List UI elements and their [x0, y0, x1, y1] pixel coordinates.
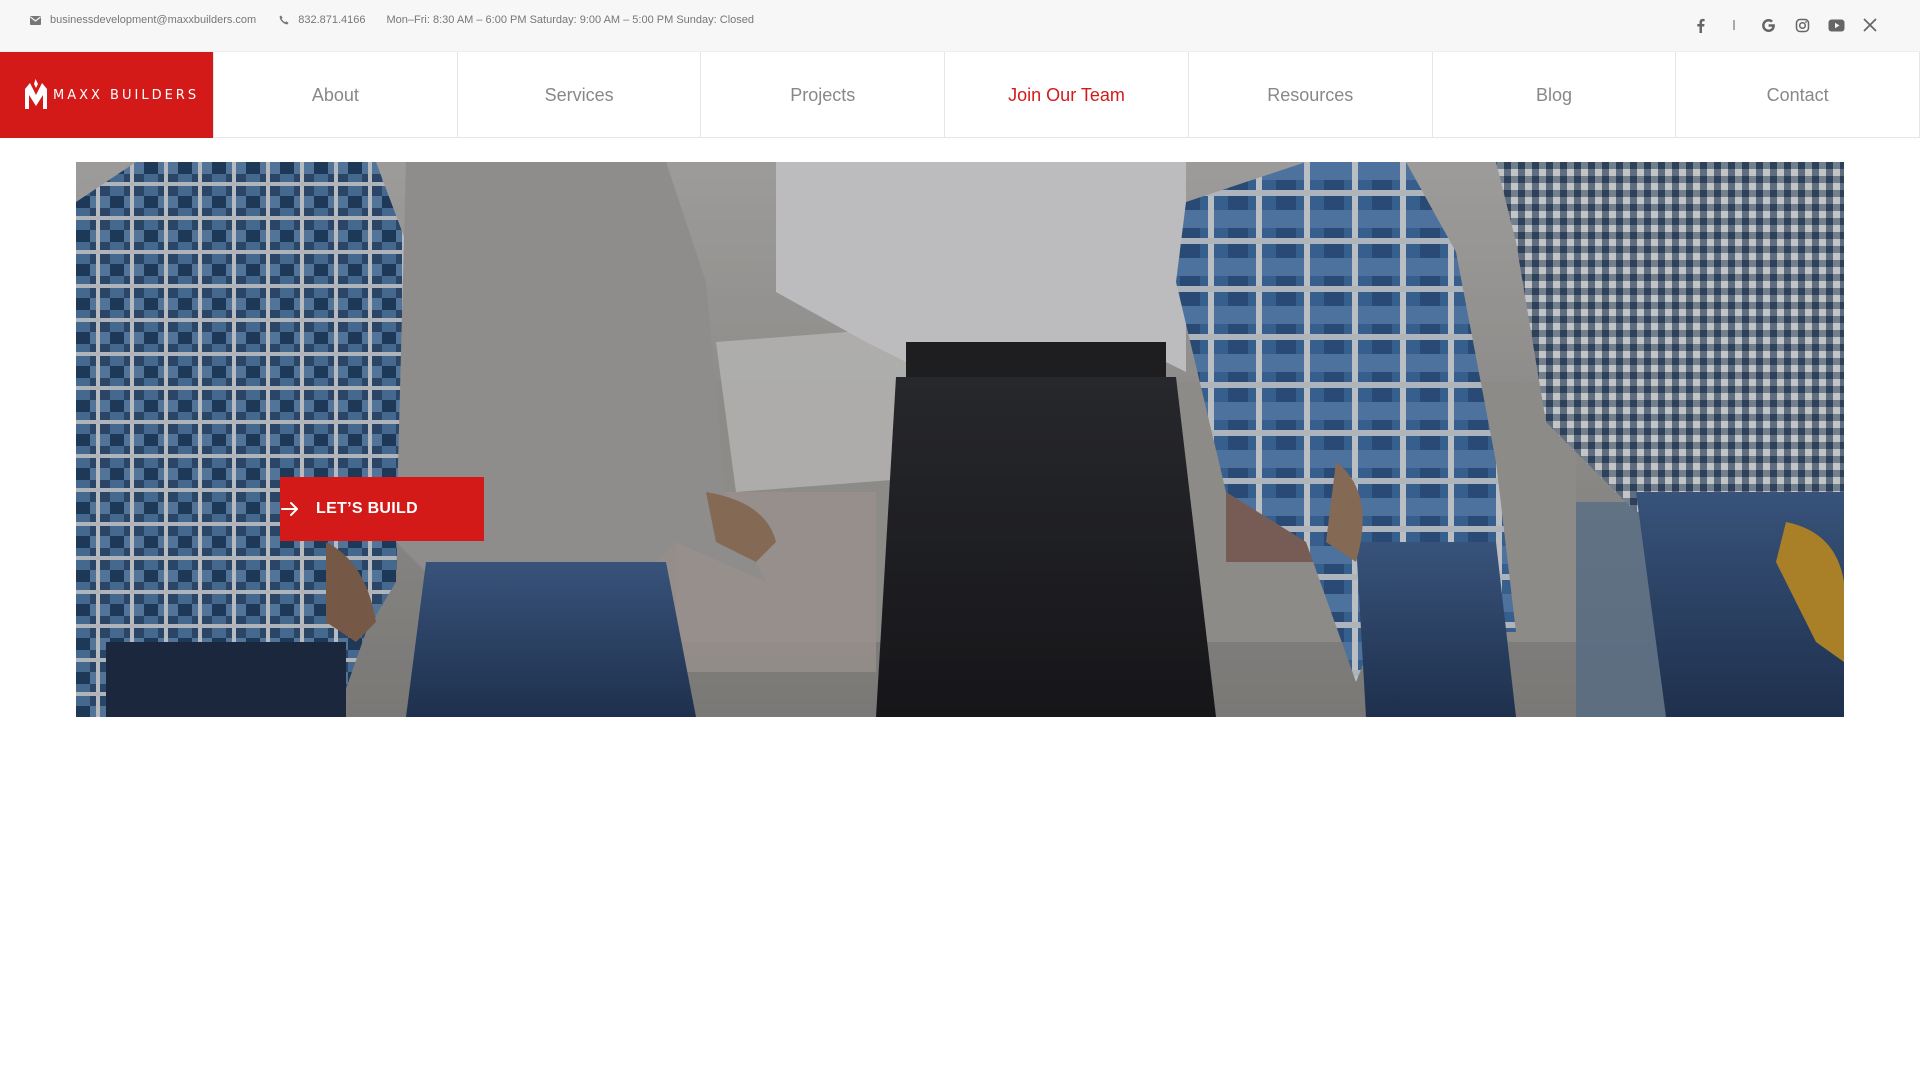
site-header: MAXX BUILDERS About Services Projects Jo…: [0, 52, 1920, 138]
contact-info: businessdevelopment@maxxbuilders.com 832…: [29, 0, 775, 40]
phone-text[interactable]: 832.871.4166: [298, 14, 365, 26]
logo-text: MAXX BUILDERS: [53, 87, 200, 103]
logo-mark-icon: [25, 79, 47, 109]
hero-photo-illustration: [76, 162, 1844, 717]
nav-item-contact[interactable]: Contact: [1675, 52, 1920, 138]
lets-build-label: LET’S BUILD: [316, 500, 418, 517]
email-contact[interactable]: businessdevelopment@maxxbuilders.com: [29, 14, 256, 26]
arrow-right-icon: [281, 502, 298, 516]
x-icon[interactable]: [1860, 15, 1880, 35]
top-info-bar: businessdevelopment@maxxbuilders.com 832…: [0, 0, 1920, 52]
main-nav: About Services Projects Join Our Team Re…: [213, 52, 1920, 138]
nav-item-services[interactable]: Services: [456, 52, 701, 138]
business-hours: Mon–Fri: 8:30 AM – 6:00 PM Saturday: 9:0…: [387, 14, 754, 26]
phone-contact[interactable]: 832.871.4166: [277, 14, 366, 26]
nav-item-resources[interactable]: Resources: [1187, 52, 1432, 138]
social-links: [1676, 0, 1880, 50]
nav-item-join-our-team[interactable]: Join Our Team: [944, 52, 1188, 138]
phone-icon: [277, 14, 290, 26]
envelope-icon: [29, 14, 42, 26]
site-logo[interactable]: MAXX BUILDERS: [0, 52, 213, 138]
youtube-icon[interactable]: [1826, 15, 1846, 35]
email-text[interactable]: businessdevelopment@maxxbuilders.com: [50, 14, 256, 26]
facebook-icon[interactable]: [1690, 15, 1710, 35]
linkedin-icon[interactable]: [1724, 15, 1744, 35]
lets-build-button[interactable]: LET’S BUILD: [280, 477, 484, 541]
nav-item-blog[interactable]: Blog: [1431, 52, 1676, 138]
instagram-icon[interactable]: [1792, 15, 1812, 35]
nav-item-projects[interactable]: Projects: [700, 52, 944, 138]
google-icon[interactable]: [1758, 15, 1778, 35]
hero-image: LET’S BUILD: [76, 162, 1844, 717]
hours-text: Mon–Fri: 8:30 AM – 6:00 PM Saturday: 9:0…: [386, 14, 754, 26]
nav-item-about[interactable]: About: [213, 52, 457, 138]
